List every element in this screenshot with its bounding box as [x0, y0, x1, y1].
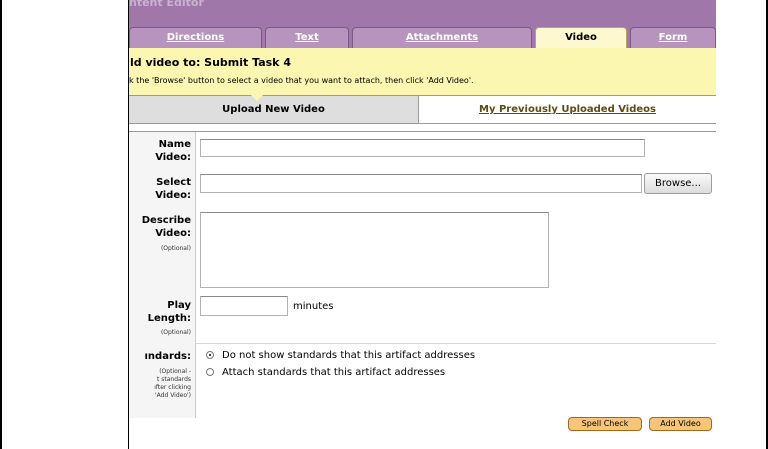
- select-video-label-line1: Select: [156, 177, 191, 188]
- play-length-label-line1: Play: [167, 300, 191, 311]
- describe-optional-note: (Optional): [160, 245, 191, 252]
- content-editor-panel: ntent Editor Directions Text Attachments…: [129, 0, 716, 449]
- spell-check-button[interactable]: Spell Check: [568, 417, 642, 431]
- standards-separator: [195, 343, 716, 344]
- form-label-column: Name Video: Select Video: Describe Video…: [129, 132, 196, 418]
- tab-form[interactable]: Form: [630, 27, 716, 48]
- standards-label: ındards:: [144, 351, 192, 362]
- standards-option2-radio[interactable]: [206, 368, 214, 376]
- standards-note-line4: 'Add Video'): [155, 392, 191, 399]
- describe-video-label-line1: Describe: [141, 215, 191, 226]
- select-video-label-line2: Video:: [155, 190, 191, 201]
- tab-directions[interactable]: Directions: [129, 27, 262, 48]
- describe-video-label-line2: Video:: [155, 228, 191, 239]
- name-video-input[interactable]: [200, 139, 645, 157]
- frame-left-border: [0, 0, 2, 449]
- instructions-banner: ld video to: Submit Task 4 k the 'Browse…: [129, 48, 716, 95]
- subtab-upload-new-video[interactable]: Upload New Video: [129, 96, 419, 123]
- video-subtabs: Upload New Video My Previously Uploaded …: [129, 95, 716, 124]
- subtab-pointer: [251, 95, 263, 101]
- browse-button[interactable]: Browse...: [644, 173, 712, 194]
- play-length-label-line2: Length:: [147, 313, 191, 324]
- instructions-text: k the 'Browse' button to select a video …: [129, 76, 474, 85]
- name-video-label-line1: Name: [158, 139, 191, 150]
- standards-option2-label[interactable]: Attach standards that this artifact addr…: [222, 367, 445, 378]
- standards-note-line3: ıfter clicking: [154, 384, 191, 391]
- play-length-input[interactable]: [200, 296, 288, 316]
- tab-attachments[interactable]: Attachments: [352, 27, 532, 48]
- editor-tabs: Directions Text Attachments Video Form: [129, 23, 716, 49]
- name-video-label-line2: Video:: [155, 152, 191, 163]
- subtab-previously-uploaded[interactable]: My Previously Uploaded Videos: [419, 96, 716, 123]
- standards-note-line2: t standards: [157, 376, 191, 383]
- instructions-title: ld video to: Submit Task 4: [130, 56, 291, 69]
- select-video-file-input[interactable]: [200, 174, 642, 193]
- describe-video-textarea[interactable]: [200, 212, 549, 288]
- play-length-unit: minutes: [293, 301, 334, 312]
- standards-note-line1: (Optional -: [159, 368, 191, 375]
- tab-video[interactable]: Video: [535, 27, 627, 49]
- tab-text[interactable]: Text: [265, 27, 349, 48]
- window-title: ntent Editor: [129, 0, 204, 9]
- upload-video-form: Name Video: Select Video: Describe Video…: [129, 131, 716, 418]
- add-video-button[interactable]: Add Video: [649, 417, 712, 431]
- content-editor-titlebar: ntent Editor: [129, 0, 716, 23]
- play-length-optional-note: (Optional): [160, 329, 191, 336]
- standards-option1-radio[interactable]: [206, 351, 214, 359]
- standards-option1-label[interactable]: Do not show standards that this artifact…: [222, 350, 475, 361]
